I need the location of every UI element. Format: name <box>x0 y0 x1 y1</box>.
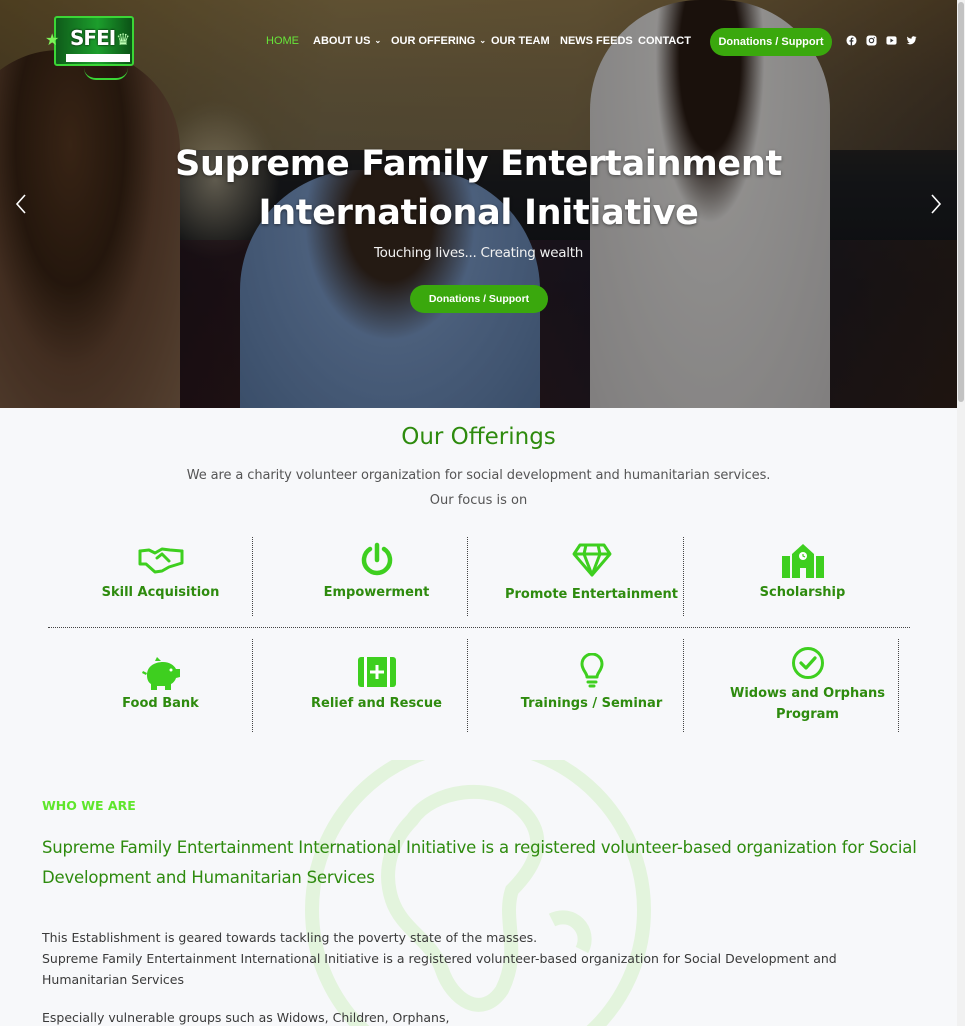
slider-prev-arrow-icon[interactable] <box>14 192 28 216</box>
nav-our-offering[interactable]: OUR OFFERING ⌄ <box>391 35 486 49</box>
offerings-title: Our Offerings <box>401 424 556 450</box>
hero-donations-button[interactable]: Donations / Support <box>410 285 548 313</box>
nav-home[interactable]: HOME <box>266 35 299 49</box>
diamond-icon <box>572 543 611 577</box>
nav-about-us-label: ABOUT US <box>313 35 371 47</box>
site-logo[interactable]: SFEI ♛ ★ <box>45 16 136 82</box>
nav-about-us[interactable]: ABOUT US ⌄ <box>313 35 381 49</box>
crown-icon: ♛ <box>116 30 131 49</box>
chevron-down-icon: ⌄ <box>479 36 487 45</box>
offering-label: Food Bank <box>122 696 199 711</box>
offering-item[interactable]: Empowerment <box>274 542 479 612</box>
page-scrollbar[interactable] <box>957 0 965 1026</box>
piggy-bank-icon <box>141 657 180 690</box>
first-aid-icon <box>357 657 396 687</box>
youtube-icon[interactable] <box>886 35 897 46</box>
hero-title-line1: Supreme Family Entertainment <box>175 144 782 184</box>
offering-label: Trainings / Seminar <box>520 696 663 711</box>
offering-label: Skill Acquisition <box>101 585 220 600</box>
logo-text: SFEI <box>70 26 116 50</box>
facebook-icon[interactable] <box>846 35 857 46</box>
offering-item[interactable]: Relief and Rescue <box>274 655 479 725</box>
body-paragraph: This Establishment is geared towards tac… <box>42 930 538 945</box>
slider-next-arrow-icon[interactable] <box>929 192 943 216</box>
body-paragraph: Especially vulnerable groups such as Wid… <box>42 1010 450 1025</box>
offering-item[interactable]: Food Bank <box>58 655 263 725</box>
nav-our-offering-label: OUR OFFERING <box>391 35 476 47</box>
offering-label: Scholarship <box>759 585 846 600</box>
offering-item[interactable]: Promote Entertainment <box>489 542 694 612</box>
who-we-are-body: This Establishment is geared towards tac… <box>42 927 902 990</box>
hero-title: Supreme Family Entertainment Internation… <box>80 140 877 238</box>
hero-slider: Supreme Family Entertainment Internation… <box>0 0 957 408</box>
twitter-icon[interactable] <box>906 35 917 46</box>
offering-item[interactable]: Trainings / Seminar <box>489 653 694 723</box>
nav-our-team[interactable]: OUR TEAM <box>491 35 550 49</box>
power-icon <box>361 542 392 576</box>
hand-icon <box>84 68 128 80</box>
who-we-are-tag: WHO WE ARE <box>42 798 136 813</box>
lightbulb-icon <box>580 653 603 688</box>
offering-label: Widows and Orphans <box>730 686 885 701</box>
who-we-are-heading: Supreme Family Entertainment Internation… <box>42 838 917 887</box>
offering-item[interactable]: Scholarship <box>700 542 905 612</box>
offering-label: Empowerment <box>323 585 430 600</box>
offerings-focus: Our focus is on <box>429 493 528 508</box>
chevron-down-icon: ⌄ <box>374 36 382 45</box>
instagram-icon[interactable] <box>866 35 877 46</box>
offering-label-line2: Program <box>776 707 839 722</box>
offering-item[interactable]: Skill Acquisition <box>58 542 263 612</box>
logo-badge: SFEI ♛ <box>54 16 134 66</box>
handshake-icon <box>138 547 183 574</box>
logo-strap <box>66 54 130 62</box>
offering-label: Promote Entertainment <box>504 587 678 602</box>
star-icon: ★ <box>45 30 60 49</box>
check-circle-icon <box>791 647 824 679</box>
nav-donations-button[interactable]: Donations / Support <box>710 28 832 56</box>
school-icon <box>781 544 824 578</box>
nav-contact[interactable]: CONTACT <box>638 35 691 49</box>
offering-item[interactable]: Widows and Orphans Program <box>705 646 910 726</box>
hero-subtitle: Touching lives... Creating wealth <box>374 245 583 261</box>
nav-news-feeds[interactable]: NEWS FEEDS <box>560 35 633 49</box>
hero-title-line2: International Initiative <box>258 193 699 233</box>
scrollbar-thumb[interactable] <box>958 2 964 402</box>
grid-divider <box>48 627 910 628</box>
offerings-description: We are a charity volunteer organization … <box>186 468 771 483</box>
body-paragraph: Supreme Family Entertainment Internation… <box>42 951 837 987</box>
offering-label: Relief and Rescue <box>311 696 442 711</box>
